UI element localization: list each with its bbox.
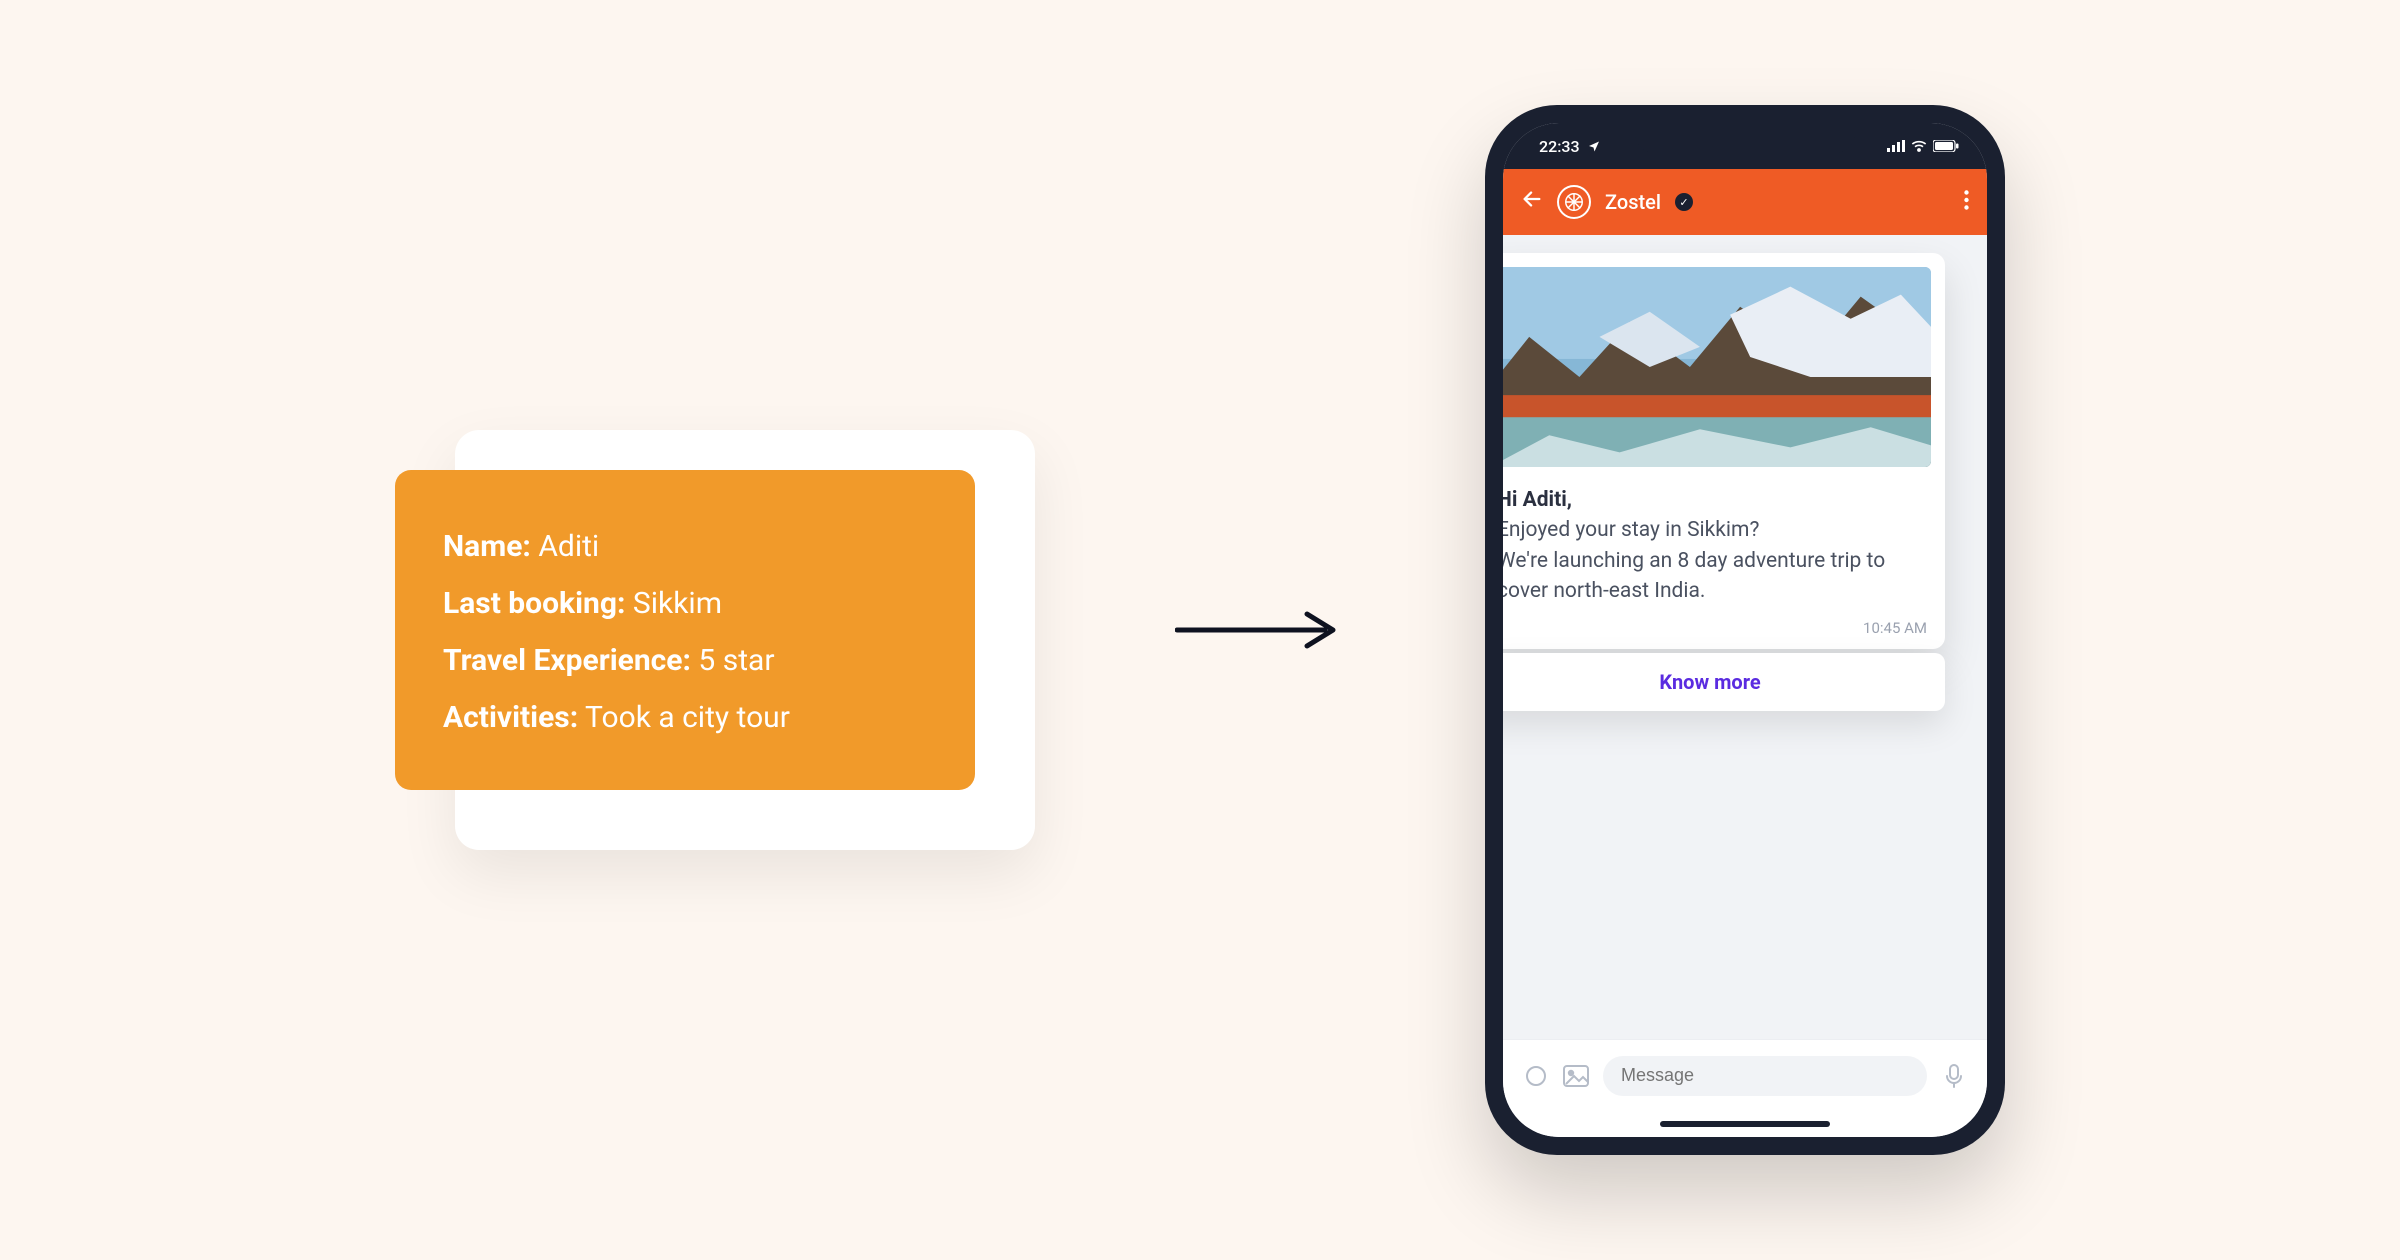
arrow-icon xyxy=(1175,610,1345,650)
profile-exp-row: Travel Experience: 5 star xyxy=(443,632,927,689)
message-input[interactable] xyxy=(1621,1065,1909,1086)
phone-notch xyxy=(1635,123,1855,153)
profile-act-value: Took a city tour xyxy=(585,700,790,735)
verified-badge-icon: ✓ xyxy=(1675,193,1693,211)
profile-name-row: Name: Aditi xyxy=(443,518,927,575)
home-indicator xyxy=(1660,1121,1830,1127)
phone-frame: 22:33 xyxy=(1485,105,2005,1155)
phone-screen: 22:33 xyxy=(1503,123,1987,1137)
profile-name-value: Aditi xyxy=(538,529,599,564)
wifi-icon xyxy=(1911,137,1927,156)
status-time: 22:33 xyxy=(1539,137,1580,156)
battery-icon xyxy=(1933,137,1959,156)
profile-act-row: Activities: Took a city tour xyxy=(443,689,927,746)
input-bar xyxy=(1503,1039,1987,1111)
message-time: 10:45 AM xyxy=(1503,619,1945,649)
app-title: Zostel xyxy=(1605,190,1661,214)
know-more-button[interactable]: Know more xyxy=(1503,653,1945,711)
profile-card-front: Name: Aditi Last booking: Sikkim Travel … xyxy=(395,470,975,790)
home-indicator-bar xyxy=(1503,1111,1987,1137)
profile-booking-row: Last booking: Sikkim xyxy=(443,575,927,632)
more-icon[interactable] xyxy=(1964,188,1969,216)
profile-exp-label: Travel Experience: xyxy=(443,643,691,678)
message-card: Hi Aditi, Enjoyed your stay in Sikkim? W… xyxy=(1503,253,1945,649)
message-greeting: Hi Aditi, xyxy=(1503,485,1923,515)
message-field-wrap[interactable] xyxy=(1603,1056,1927,1096)
back-icon[interactable] xyxy=(1521,188,1543,216)
mic-icon[interactable] xyxy=(1941,1063,1967,1089)
message-body: Hi Aditi, Enjoyed your stay in Sikkim? W… xyxy=(1503,467,1945,619)
profile-act-label: Activities: xyxy=(443,700,578,735)
image-icon[interactable] xyxy=(1563,1063,1589,1089)
profile-name-label: Name: xyxy=(443,529,531,564)
profile-card-group: Name: Aditi Last booking: Sikkim Travel … xyxy=(395,390,1035,870)
message-line-2: We're launching an 8 day adventure trip … xyxy=(1503,546,1923,607)
signal-icon xyxy=(1887,137,1905,156)
profile-exp-value: 5 star xyxy=(698,643,774,678)
location-icon xyxy=(1588,137,1600,156)
circle-icon[interactable] xyxy=(1523,1063,1549,1089)
brand-avatar[interactable] xyxy=(1557,185,1591,219)
app-bar: Zostel ✓ xyxy=(1503,169,1987,235)
profile-booking-value: Sikkim xyxy=(633,586,722,621)
know-more-label: Know more xyxy=(1659,670,1760,694)
profile-booking-label: Last booking: xyxy=(443,586,625,621)
message-line-1: Enjoyed your stay in Sikkim? xyxy=(1503,515,1923,545)
chat-area: Hi Aditi, Enjoyed your stay in Sikkim? W… xyxy=(1503,235,1987,1039)
message-image xyxy=(1503,267,1931,467)
